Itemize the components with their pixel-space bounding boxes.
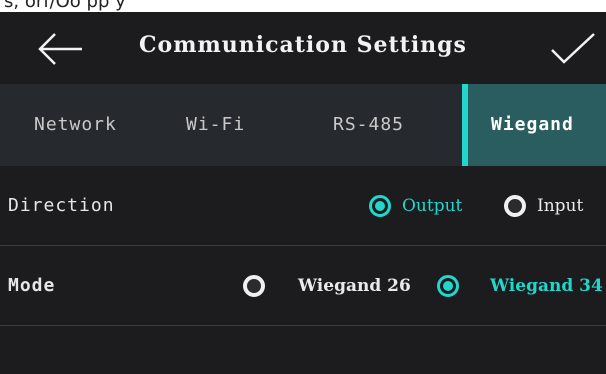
checkmark-icon[interactable] xyxy=(548,32,598,66)
tab-wifi[interactable]: Wi-Fi xyxy=(186,84,245,166)
direction-output-radio[interactable] xyxy=(369,195,391,217)
direction-input-radio[interactable] xyxy=(504,195,526,217)
direction-row: Direction Output Input xyxy=(0,166,606,246)
tab-rs485[interactable]: RS-485 xyxy=(333,84,404,166)
communication-settings-screen: Communication Settings Network Wi-Fi RS-… xyxy=(0,12,606,374)
header-bar: Communication Settings xyxy=(0,12,606,84)
mode-wiegand26-label[interactable]: Wiegand 26 xyxy=(298,246,411,326)
mode-row: Mode Wiegand 26 Wiegand 34 xyxy=(0,246,606,326)
direction-label: Direction xyxy=(8,195,115,216)
mode-wiegand26-radio[interactable] xyxy=(243,275,265,297)
cropped-text: s, orf/Oo pp y xyxy=(4,0,126,12)
mode-wiegand34-radio[interactable] xyxy=(437,275,459,297)
tab-wiegand[interactable]: Wiegand xyxy=(462,84,606,166)
mode-wiegand34-label[interactable]: Wiegand 34 xyxy=(490,246,603,326)
direction-output-label[interactable]: Output xyxy=(402,166,462,246)
tab-bar: Network Wi-Fi RS-485 Wiegand xyxy=(0,84,606,166)
page-title: Communication Settings xyxy=(139,32,467,58)
mode-label: Mode xyxy=(8,275,56,296)
cropped-top-strip: s, orf/Oo pp y xyxy=(0,0,606,12)
direction-input-label[interactable]: Input xyxy=(537,166,583,246)
tab-network[interactable]: Network xyxy=(34,84,117,166)
